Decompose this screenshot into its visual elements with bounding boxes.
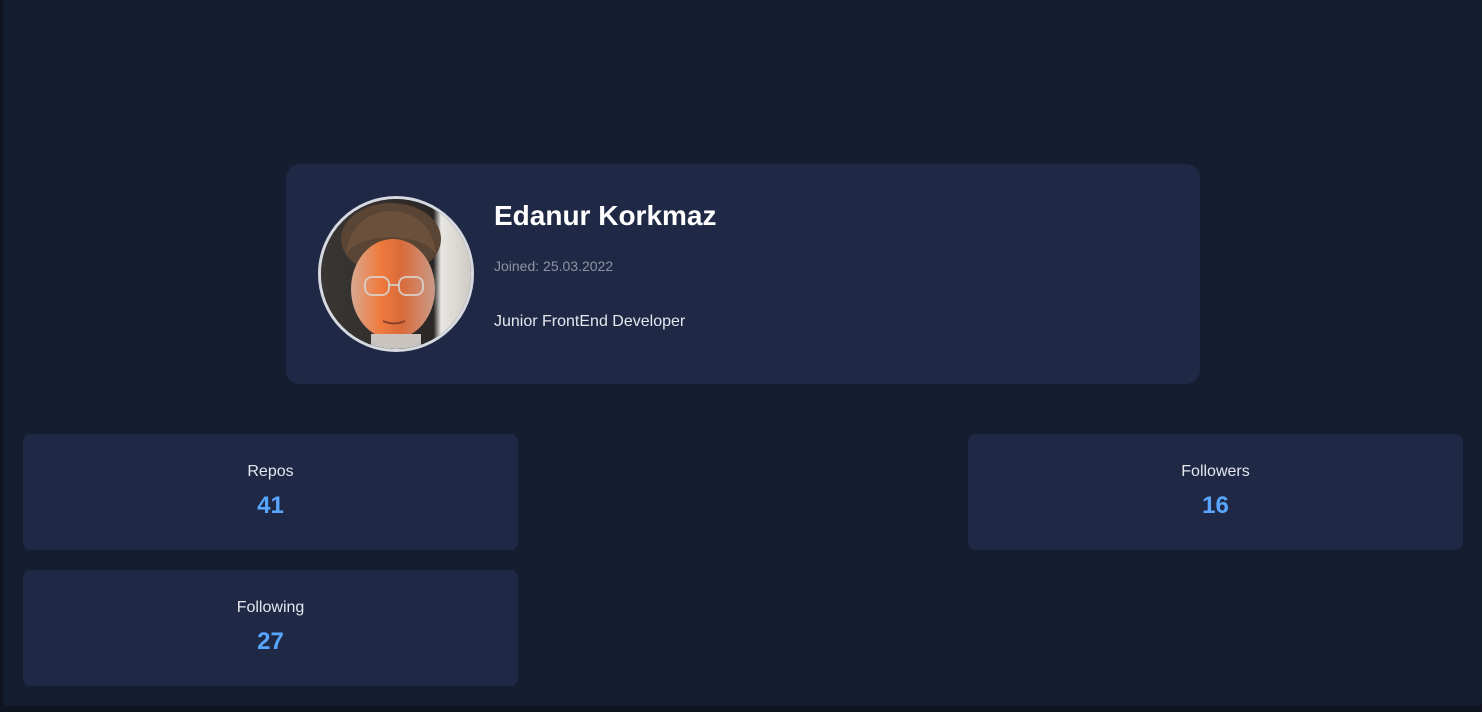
repos-stat-card: Repos 41 bbox=[23, 434, 518, 550]
following-stat-card: Following 27 bbox=[23, 570, 518, 686]
following-label: Following bbox=[236, 599, 305, 616]
followers-label: Followers bbox=[1181, 463, 1250, 480]
avatar-photo bbox=[321, 199, 471, 349]
joined-date: Joined: 25.03.2022 bbox=[494, 258, 614, 274]
profile-name: Edanur Korkmaz bbox=[494, 200, 717, 231]
repos-count: 41 bbox=[257, 492, 284, 519]
following-count: 27 bbox=[257, 628, 284, 655]
profile-card: Edanur Korkmaz Joined: 25.03.2022 Junior… bbox=[286, 164, 1200, 384]
followers-count: 16 bbox=[1202, 492, 1229, 519]
profile-bio: Junior FrontEnd Developer bbox=[494, 313, 686, 330]
app-container: Edanur Korkmaz Joined: 25.03.2022 Junior… bbox=[3, 0, 1482, 706]
followers-stat-card: Followers 16 bbox=[968, 434, 1463, 550]
repos-label: Repos bbox=[247, 463, 294, 480]
avatar bbox=[318, 196, 474, 352]
